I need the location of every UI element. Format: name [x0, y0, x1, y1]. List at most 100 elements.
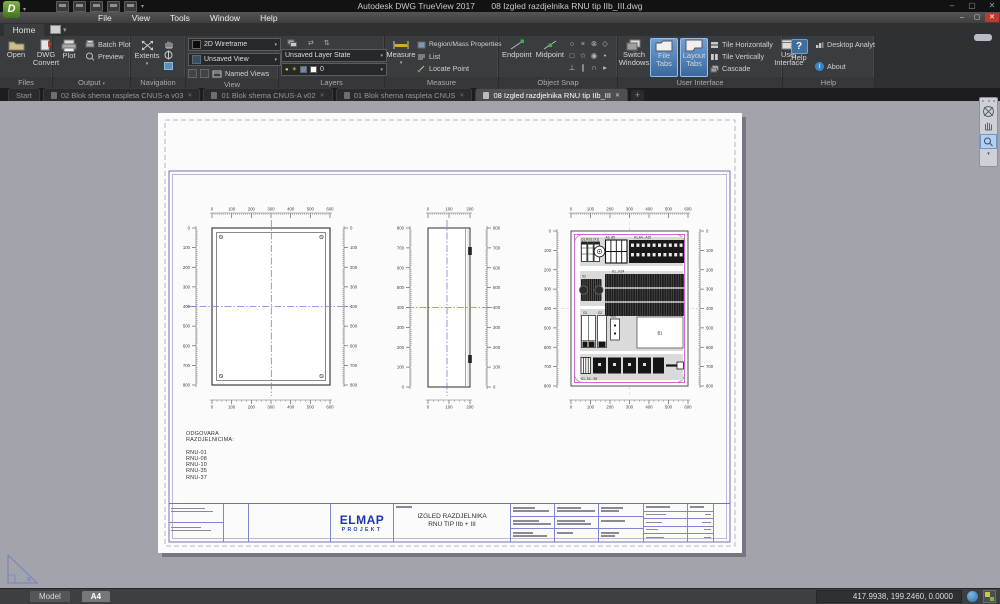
- measure-label: Measure: [386, 51, 415, 59]
- tab-close-icon[interactable]: ✕: [459, 92, 464, 99]
- ribbon-overflow-pill[interactable]: [974, 34, 992, 41]
- switch-windows-button[interactable]: Switch Windows: [620, 38, 648, 77]
- measure-button[interactable]: Measure ▾: [387, 38, 415, 77]
- application-menu-button[interactable]: D ▾: [3, 1, 26, 18]
- layout-tabs-toggle-button[interactable]: Layout Tabs: [680, 38, 708, 77]
- doc-close-icon[interactable]: ✕: [985, 13, 999, 22]
- new-tab-button[interactable]: +: [631, 90, 644, 101]
- view-dropdown[interactable]: Unsaved View ▾: [188, 53, 281, 66]
- named-views-button[interactable]: Named Views: [188, 68, 276, 79]
- model-tab[interactable]: Model: [30, 591, 70, 602]
- tile-horizontally-button[interactable]: Tile Horizontally: [710, 39, 773, 50]
- pan-hand-icon[interactable]: [163, 39, 174, 49]
- layout-tab-a4[interactable]: A4: [82, 591, 110, 602]
- ribbon-panels: Open DWG Convert Files Plot: [0, 36, 1000, 88]
- batch-plot-button[interactable]: Batch Plot: [85, 39, 131, 50]
- workspace-icon[interactable]: [983, 590, 996, 603]
- desktop-analytics-button[interactable]: Desktop Analytics: [815, 39, 884, 50]
- region-mass-button[interactable]: Region/Mass Properties: [417, 39, 502, 50]
- help-button[interactable]: ? Help: [785, 38, 813, 77]
- pan-hand-tool-icon[interactable]: [982, 120, 995, 132]
- cascade-button[interactable]: Cascade: [710, 63, 773, 74]
- dwg-trueview-logo: D: [3, 1, 20, 18]
- center-snap-icon[interactable]: ○: [567, 39, 577, 49]
- doc-minimize-icon[interactable]: –: [955, 13, 969, 22]
- locate-point-button[interactable]: Locate Point: [417, 63, 502, 74]
- tab-close-icon[interactable]: ✕: [615, 92, 620, 99]
- document-title: 08 Izgled razdjelnika RNU tip IIb_III.dw…: [491, 1, 642, 11]
- menu-help[interactable]: Help: [250, 13, 287, 23]
- tile-horizontally-icon: [710, 41, 719, 49]
- tab-close-icon[interactable]: ✕: [320, 92, 325, 99]
- visual-style-dropdown[interactable]: 2D Wireframe ▾: [188, 38, 281, 51]
- snap-flyout-icon[interactable]: ▸: [600, 63, 610, 73]
- file-tab-label: 01 Blok shema CNUS-A v02: [221, 91, 315, 100]
- ribbon-toggle-caret-icon: ▾: [63, 26, 67, 34]
- file-tabs-toggle-button[interactable]: File Tabs: [650, 38, 678, 77]
- node-snap-icon[interactable]: ×: [578, 39, 588, 49]
- ribbon-tab-home[interactable]: Home: [4, 24, 44, 36]
- list-button[interactable]: List: [417, 51, 502, 62]
- file-tab[interactable]: 01 Blok shema raspleta CNUS ✕: [336, 88, 473, 101]
- view-value: Unsaved View: [204, 56, 271, 63]
- menu-file[interactable]: File: [88, 13, 122, 23]
- file-tab-start[interactable]: Start: [8, 88, 40, 101]
- intersection-snap-icon[interactable]: ⊗: [589, 39, 599, 49]
- layer-dropdown[interactable]: ● ☀ 0 ▾: [281, 63, 387, 76]
- file-tab[interactable]: 01 Blok shema CNUS-A v02 ✕: [203, 88, 332, 101]
- zoom-extents-button[interactable]: Extents ▾: [133, 38, 161, 77]
- about-info-icon: i: [815, 62, 824, 71]
- navbar-caret-icon[interactable]: ▾: [987, 151, 990, 157]
- perpendicular-snap-icon[interactable]: ⊥: [567, 63, 577, 73]
- tile-vertically-label: Tile Vertically: [722, 52, 764, 61]
- tangent-snap-icon[interactable]: ◉: [589, 51, 599, 61]
- parallel-snap-icon[interactable]: ∥: [578, 63, 588, 73]
- named-views-label: Named Views: [225, 69, 269, 78]
- title-block-revision-table: [644, 504, 714, 542]
- close-icon[interactable]: ✕: [986, 1, 998, 10]
- batch-plot-icon: [85, 40, 95, 49]
- file-tab-bar: Start 02 Blok shema raspleta CNUS-a v03 …: [0, 88, 1000, 101]
- endpoint-snap-button[interactable]: Endpoint: [501, 38, 533, 77]
- tab-close-icon[interactable]: ✕: [187, 92, 192, 99]
- plot-button[interactable]: Plot: [55, 38, 83, 77]
- projekt-logo-text: PROJEKT: [342, 527, 382, 533]
- restore-icon[interactable]: ▢: [966, 1, 978, 10]
- doc-restore-icon[interactable]: ▢: [970, 13, 984, 22]
- preview-button[interactable]: Preview: [85, 51, 131, 62]
- navbar-grip[interactable]: [982, 99, 995, 103]
- menu-bar: File View Tools Window Help – ▢ ✕: [0, 12, 1000, 23]
- ribbon-display-toggle[interactable]: ▾: [50, 25, 67, 34]
- layer-properties-icon[interactable]: [287, 39, 298, 48]
- nearest-snap-icon[interactable]: •: [600, 51, 610, 61]
- panel-navigation: Extents ▾ Navigation: [131, 36, 186, 88]
- about-button[interactable]: i About: [815, 61, 884, 72]
- layer-state-dropdown[interactable]: Unsaved Layer State ▾: [281, 49, 387, 62]
- output-launcher-icon[interactable]: ▾: [103, 81, 106, 87]
- midpoint-snap-button[interactable]: Midpoint: [535, 38, 565, 77]
- layer-prev-icon[interactable]: ⇅: [324, 39, 330, 47]
- file-tab[interactable]: 02 Blok shema raspleta CNUS-a v03 ✕: [43, 88, 201, 101]
- start-tab-label: Start: [16, 91, 32, 100]
- layer-match-icon[interactable]: ⇄: [308, 39, 314, 47]
- insertion-snap-icon[interactable]: □: [567, 51, 577, 61]
- file-tab-active[interactable]: 08 Izgled razdjelnika RNU tip IIb_III ✕: [475, 88, 628, 101]
- switch-windows-label-2: Windows: [619, 59, 649, 67]
- annotation-monitor-icon[interactable]: [967, 591, 978, 602]
- menu-window[interactable]: Window: [200, 13, 250, 23]
- camera-icon: [188, 69, 197, 78]
- quadrant-snap-icon[interactable]: ☆: [578, 51, 588, 61]
- extension-snap-icon[interactable]: ◇: [600, 39, 610, 49]
- menu-view[interactable]: View: [122, 13, 160, 23]
- minimize-icon[interactable]: –: [946, 1, 958, 10]
- menu-tools[interactable]: Tools: [160, 13, 200, 23]
- open-button[interactable]: Open: [2, 38, 30, 77]
- tile-vertically-button[interactable]: Tile Vertically: [710, 51, 773, 62]
- panel-label-files: Files: [0, 77, 52, 88]
- zoom-tool-button[interactable]: [980, 134, 997, 149]
- extents-caret-icon: ▾: [146, 60, 149, 68]
- steering-wheel-icon[interactable]: [982, 105, 995, 118]
- apparent-snap-icon[interactable]: ∩: [589, 63, 599, 73]
- orbit-icon[interactable]: [163, 50, 174, 60]
- view-cube-icon[interactable]: [163, 61, 174, 71]
